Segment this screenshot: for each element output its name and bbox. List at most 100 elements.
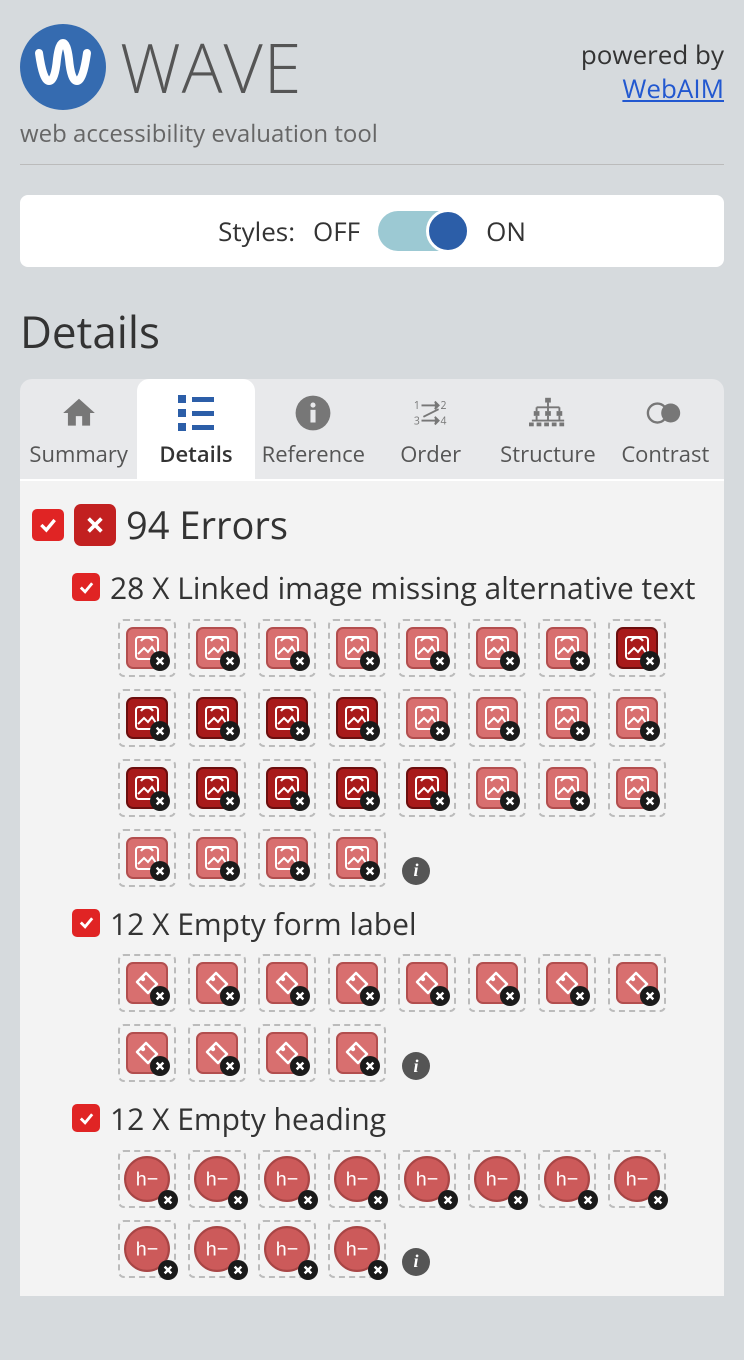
error-close-icon xyxy=(220,791,240,811)
issue-image-icon[interactable] xyxy=(608,689,666,747)
subgroup-checkbox[interactable] xyxy=(72,1104,100,1132)
error-close-icon xyxy=(640,791,660,811)
issue-image-icon[interactable] xyxy=(118,619,176,677)
issue-heading-icon[interactable]: h− xyxy=(258,1220,316,1278)
issue-image-icon[interactable] xyxy=(188,759,246,817)
issue-heading-icon[interactable]: h− xyxy=(328,1150,386,1208)
issue-image-icon[interactable] xyxy=(538,689,596,747)
subgroup-checkbox[interactable] xyxy=(72,909,100,937)
issue-image-icon[interactable] xyxy=(398,759,456,817)
issue-image-icon[interactable] xyxy=(258,759,316,817)
issue-label-icon[interactable] xyxy=(468,954,526,1012)
svg-text:h−: h− xyxy=(276,1238,298,1260)
issue-image-icon[interactable] xyxy=(258,689,316,747)
errors-header: 94 Errors xyxy=(32,499,712,551)
info-button[interactable]: i xyxy=(402,1052,430,1080)
tab-structure[interactable]: Structure xyxy=(489,379,606,479)
error-close-icon xyxy=(150,721,170,741)
issue-label-icon[interactable] xyxy=(328,954,386,1012)
error-close-icon xyxy=(150,986,170,1006)
issue-image-icon[interactable] xyxy=(258,829,316,887)
styles-toggle[interactable] xyxy=(378,211,468,251)
issue-label-icon[interactable] xyxy=(118,1024,176,1082)
error-close-icon xyxy=(298,1260,318,1280)
issue-image-icon[interactable] xyxy=(468,759,526,817)
issue-image-icon[interactable] xyxy=(258,619,316,677)
error-close-icon xyxy=(368,1260,388,1280)
issue-label-icon[interactable] xyxy=(188,954,246,1012)
info-button[interactable]: i xyxy=(402,857,430,885)
error-close-icon xyxy=(150,861,170,881)
tab-label: Details xyxy=(141,439,250,469)
issue-label-icon[interactable] xyxy=(608,954,666,1012)
issue-image-icon[interactable] xyxy=(538,759,596,817)
error-x-icon xyxy=(74,504,116,546)
issue-heading-icon[interactable]: h− xyxy=(468,1150,526,1208)
issue-image-icon[interactable] xyxy=(398,619,456,677)
issue-heading-icon[interactable]: h− xyxy=(188,1220,246,1278)
info-button[interactable]: i xyxy=(402,1248,430,1276)
tab-details[interactable]: Details xyxy=(137,379,254,479)
issue-image-icon[interactable] xyxy=(468,619,526,677)
tab-order[interactable]: 1 2 3 4 Order xyxy=(372,379,489,479)
issue-label-icon[interactable] xyxy=(258,954,316,1012)
wave-logo-icon xyxy=(20,24,106,110)
issue-heading-icon[interactable]: h− xyxy=(188,1150,246,1208)
issue-image-icon[interactable] xyxy=(188,689,246,747)
error-close-icon xyxy=(570,986,590,1006)
issue-image-icon[interactable] xyxy=(118,689,176,747)
error-close-icon xyxy=(368,1190,388,1210)
tab-label: Order xyxy=(376,439,485,469)
issue-heading-icon[interactable]: h− xyxy=(398,1150,456,1208)
issue-heading-icon[interactable]: h− xyxy=(328,1220,386,1278)
issue-heading-icon[interactable]: h− xyxy=(538,1150,596,1208)
subgroup-label: 12 X Empty form label xyxy=(110,905,417,943)
issue-label-icon[interactable] xyxy=(398,954,456,1012)
styles-panel: Styles: OFF ON xyxy=(20,195,724,267)
svg-text:h−: h− xyxy=(206,1238,228,1260)
issue-image-icon[interactable] xyxy=(118,759,176,817)
svg-text:2: 2 xyxy=(440,399,446,413)
webaim-link[interactable]: WebAIM xyxy=(622,70,724,106)
issue-image-icon[interactable] xyxy=(538,619,596,677)
subtitle: web accessibility evaluation tool xyxy=(20,117,724,150)
issue-image-icon[interactable] xyxy=(608,759,666,817)
tab-label: Summary xyxy=(24,439,133,469)
issue-label-icon[interactable] xyxy=(188,1024,246,1082)
toggle-handle-icon xyxy=(426,209,470,253)
issue-heading-icon[interactable]: h− xyxy=(118,1220,176,1278)
issue-heading-icon[interactable]: h− xyxy=(608,1150,666,1208)
issue-image-icon[interactable] xyxy=(608,619,666,677)
issue-label-icon[interactable] xyxy=(118,954,176,1012)
error-close-icon xyxy=(640,986,660,1006)
issue-heading-icon[interactable]: h− xyxy=(258,1150,316,1208)
issue-image-icon[interactable] xyxy=(118,829,176,887)
issue-image-icon[interactable] xyxy=(188,829,246,887)
tab-contrast[interactable]: Contrast xyxy=(607,379,724,479)
home-icon xyxy=(24,393,133,433)
error-close-icon xyxy=(228,1260,248,1280)
issue-image-icon[interactable] xyxy=(328,759,386,817)
header-divider xyxy=(20,164,724,165)
subgroup-label: 12 X Empty heading xyxy=(110,1100,386,1138)
issue-image-icon[interactable] xyxy=(328,689,386,747)
powered-by: powered by WebAIM xyxy=(581,28,724,106)
issue-image-icon[interactable] xyxy=(188,619,246,677)
tab-summary[interactable]: Summary xyxy=(20,379,137,479)
tab-reference[interactable]: Reference xyxy=(255,379,372,479)
issue-image-icon[interactable] xyxy=(328,619,386,677)
issue-heading-icon[interactable]: h− xyxy=(118,1150,176,1208)
issue-image-icon[interactable] xyxy=(468,689,526,747)
issue-image-icon[interactable] xyxy=(328,829,386,887)
issue-label-icon[interactable] xyxy=(328,1024,386,1082)
error-close-icon xyxy=(438,1190,458,1210)
svg-text:h−: h− xyxy=(346,1238,368,1260)
issue-image-icon[interactable] xyxy=(398,689,456,747)
issue-label-icon[interactable] xyxy=(538,954,596,1012)
issue-label-icon[interactable] xyxy=(258,1024,316,1082)
errors-checkbox[interactable] xyxy=(32,509,64,541)
error-close-icon xyxy=(508,1190,528,1210)
error-close-icon xyxy=(360,721,380,741)
tab-container: Summary Details Reference xyxy=(20,379,724,1296)
subgroup-checkbox[interactable] xyxy=(72,573,100,601)
